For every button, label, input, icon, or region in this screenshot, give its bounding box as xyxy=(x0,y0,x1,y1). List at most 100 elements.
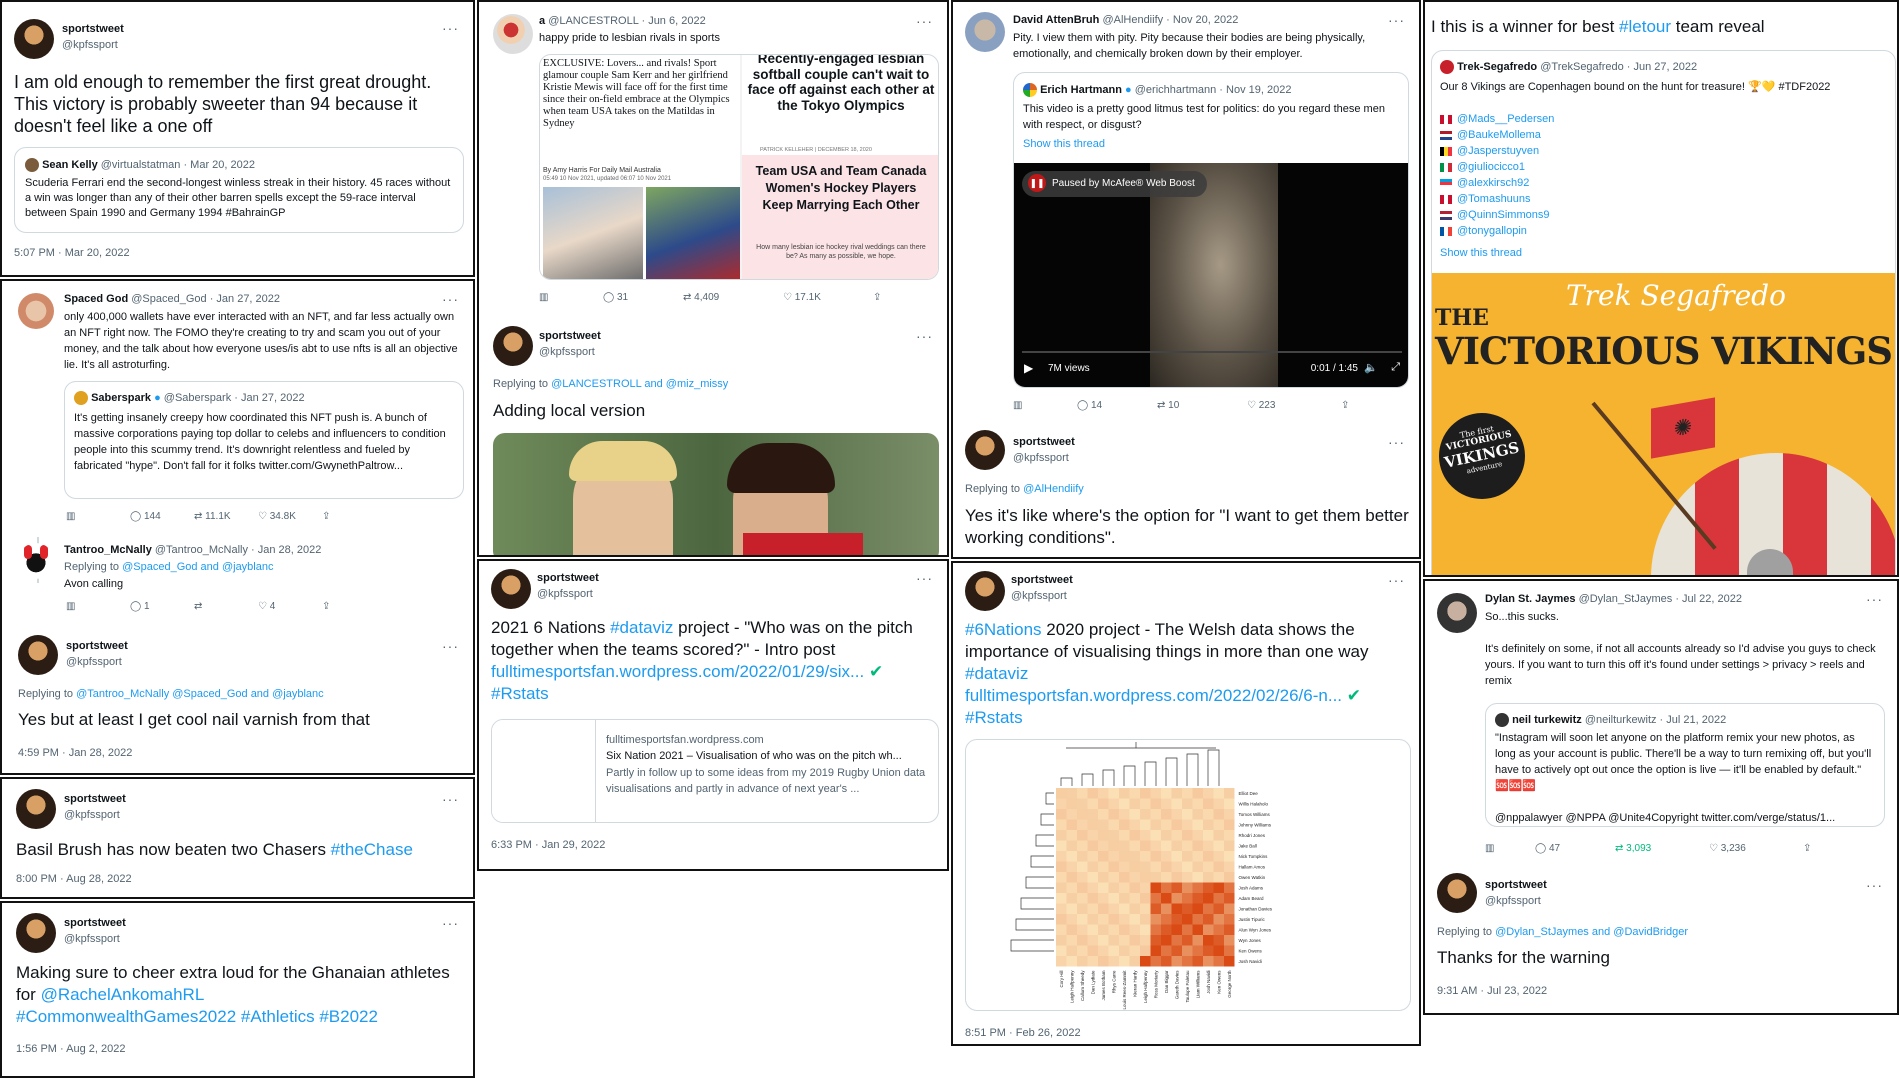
avatar[interactable] xyxy=(18,293,54,329)
author-name[interactable]: sportstweet xyxy=(537,570,599,586)
avatar[interactable] xyxy=(965,571,1005,611)
reply-button[interactable]: ◯ 47 xyxy=(1535,843,1615,854)
avatar[interactable] xyxy=(493,326,533,366)
author-handle[interactable]: @kpfssport xyxy=(66,654,128,670)
author-handle[interactable]: @kpfssport xyxy=(1013,450,1075,466)
share-icon[interactable]: ⇪ xyxy=(322,511,386,522)
avatar[interactable] xyxy=(18,543,54,579)
like-button[interactable]: ♡ 4 xyxy=(258,601,322,612)
reply-mentions[interactable]: @Tantroo_McNally @Spaced_God and @jaybla… xyxy=(76,688,324,700)
hashtag[interactable]: #Rstats xyxy=(965,708,1023,727)
author-name[interactable]: sportstweet xyxy=(1011,572,1073,588)
retweet-button[interactable]: ⇄ 3,093 xyxy=(1615,843,1709,854)
show-thread-link[interactable]: Show this thread xyxy=(1023,136,1105,152)
tweet-image[interactable]: EXCLUSIVE: Lovers... and rivals! Sport g… xyxy=(539,54,939,280)
hashtag[interactable]: #letour xyxy=(1619,17,1671,36)
rider-item[interactable]: @giuliocicco1 xyxy=(1440,159,1554,175)
author-name[interactable]: Dylan St. Jaymes xyxy=(1485,593,1576,605)
author-name[interactable]: Tantroo_McNally xyxy=(64,544,152,556)
author-handle[interactable]: @kpfssport xyxy=(1011,588,1073,604)
timestamp[interactable]: 4:59 PM · Jan 28, 2022 xyxy=(18,747,132,759)
timestamp[interactable]: 8:00 PM · Aug 28, 2022 xyxy=(16,873,132,885)
more-icon[interactable]: ··· xyxy=(442,638,459,654)
author-name[interactable]: sportstweet xyxy=(64,915,126,931)
more-icon[interactable]: ··· xyxy=(916,328,933,344)
retweet-button[interactable]: ⇄ 10 xyxy=(1157,400,1247,411)
rider-item[interactable]: @QuinnSimmons9 xyxy=(1440,207,1554,223)
author-name[interactable]: sportstweet xyxy=(1013,434,1075,450)
hashtag[interactable]: #theChase xyxy=(331,840,413,859)
retweet-button[interactable]: ⇄ 11.1K xyxy=(194,511,258,522)
more-icon[interactable]: ··· xyxy=(1866,877,1883,893)
rider-handle[interactable]: @BaukeMollema xyxy=(1457,129,1541,141)
like-button[interactable]: ♡ 34.8K xyxy=(258,511,322,522)
video-player[interactable]: ❚❚ Paused by McAfee® Web Boost ▶ 7M views… xyxy=(1014,163,1408,387)
like-button[interactable]: ♡ 17.1K xyxy=(783,292,873,303)
author-handle[interactable]: @kpfssport xyxy=(64,807,126,823)
author-name[interactable]: sportstweet xyxy=(66,638,128,654)
share-icon[interactable]: ⇪ xyxy=(873,292,937,303)
share-icon[interactable]: ⇪ xyxy=(322,601,386,612)
author-name[interactable]: David AttenBruh xyxy=(1013,14,1099,26)
mute-icon[interactable]: 🔈 xyxy=(1364,361,1378,374)
reply-mentions[interactable]: @LANCESTROLL and @miz_missy xyxy=(551,378,728,390)
rider-item[interactable]: @tonygallopin xyxy=(1440,223,1554,239)
more-icon[interactable]: ··· xyxy=(1388,12,1405,28)
author-name[interactable]: sportstweet xyxy=(1485,877,1547,893)
rider-item[interactable]: @Tomashuuns xyxy=(1440,191,1554,207)
tweet-image[interactable] xyxy=(493,433,939,555)
avatar[interactable] xyxy=(1437,593,1477,633)
retweet-button[interactable]: ⇄ 4,409 xyxy=(683,292,783,303)
more-icon[interactable]: ··· xyxy=(442,291,459,307)
author-handle[interactable]: @kpfssport xyxy=(62,37,124,53)
reply-button[interactable]: ◯ 144 xyxy=(130,511,194,522)
author-name[interactable]: sportstweet xyxy=(64,791,126,807)
retweet-button[interactable]: ⇄ xyxy=(194,601,258,612)
poster-image[interactable]: Trek Segafredo THE VICTORIOUS VIKINGS ✺ … xyxy=(1432,273,1895,575)
avatar[interactable] xyxy=(965,430,1005,470)
author-handle[interactable]: @kpfssport xyxy=(64,931,126,947)
hashtag[interactable]: #dataviz xyxy=(610,618,673,637)
reply-button[interactable]: ◯ 14 xyxy=(1077,400,1157,411)
author-name[interactable]: sportstweet xyxy=(62,21,124,37)
author-name[interactable]: a xyxy=(539,15,545,27)
like-button[interactable]: ♡ 3,236 xyxy=(1709,843,1803,854)
rider-item[interactable]: @Jasperstuyven xyxy=(1440,143,1554,159)
avatar[interactable] xyxy=(491,569,531,609)
avatar[interactable] xyxy=(18,635,58,675)
share-icon[interactable]: ⇪ xyxy=(1341,400,1405,411)
avatar[interactable] xyxy=(1437,873,1477,913)
rider-item[interactable]: @BaukeMollema xyxy=(1440,127,1554,143)
analytics-icon[interactable]: ▥ xyxy=(66,601,130,612)
rider-item[interactable]: @alexkirsch92 xyxy=(1440,175,1554,191)
share-icon[interactable]: ⇪ xyxy=(1803,843,1867,854)
avatar[interactable] xyxy=(14,19,54,59)
author-name[interactable]: sportstweet xyxy=(539,328,601,344)
rider-item[interactable]: @Mads__Pedersen xyxy=(1440,111,1554,127)
rider-handle[interactable]: @Jasperstuyven xyxy=(1457,145,1539,157)
more-icon[interactable]: ··· xyxy=(442,20,459,36)
author-handle[interactable]: @kpfssport xyxy=(1485,893,1547,909)
rider-handle[interactable]: @giuliocicco1 xyxy=(1457,161,1525,173)
reply-button[interactable]: ◯ 1 xyxy=(130,601,194,612)
quote-tweet[interactable]: Trek-Segafredo @TrekSegafredo · Jun 27, … xyxy=(1431,50,1896,575)
timestamp[interactable]: 1:56 PM · Aug 2, 2022 xyxy=(16,1043,125,1055)
rider-handle[interactable]: @Mads__Pedersen xyxy=(1457,113,1554,125)
more-icon[interactable]: ··· xyxy=(1866,591,1883,607)
analytics-icon[interactable]: ▥ xyxy=(66,511,130,522)
quote-tweet[interactable]: Sean Kelly @virtualstatman · Mar 20, 202… xyxy=(14,147,464,233)
progress-track[interactable] xyxy=(1022,351,1402,353)
more-icon[interactable]: ··· xyxy=(442,915,459,931)
avatar[interactable] xyxy=(493,14,533,54)
mention-link[interactable]: @RachelAnkomahRL xyxy=(41,985,205,1004)
more-icon[interactable]: ··· xyxy=(1388,572,1405,588)
timestamp[interactable]: 8:51 PM · Feb 26, 2022 xyxy=(965,1027,1081,1039)
author-handle[interactable]: @kpfssport xyxy=(537,586,599,602)
timestamp[interactable]: 5:07 PM · Mar 20, 2022 xyxy=(14,247,130,259)
quote-tweet[interactable]: Saberspark ● @Saberspark · Jan 27, 2022 … xyxy=(64,381,464,499)
quote-tweet[interactable]: Erich Hartmann ● @erichhartmann · Nov 19… xyxy=(1013,72,1409,388)
analytics-icon[interactable]: ▥ xyxy=(1485,843,1535,854)
avatar[interactable] xyxy=(965,12,1005,52)
rider-handle[interactable]: @tonygallopin xyxy=(1457,225,1527,237)
analytics-icon[interactable]: ▥ xyxy=(1013,400,1077,411)
